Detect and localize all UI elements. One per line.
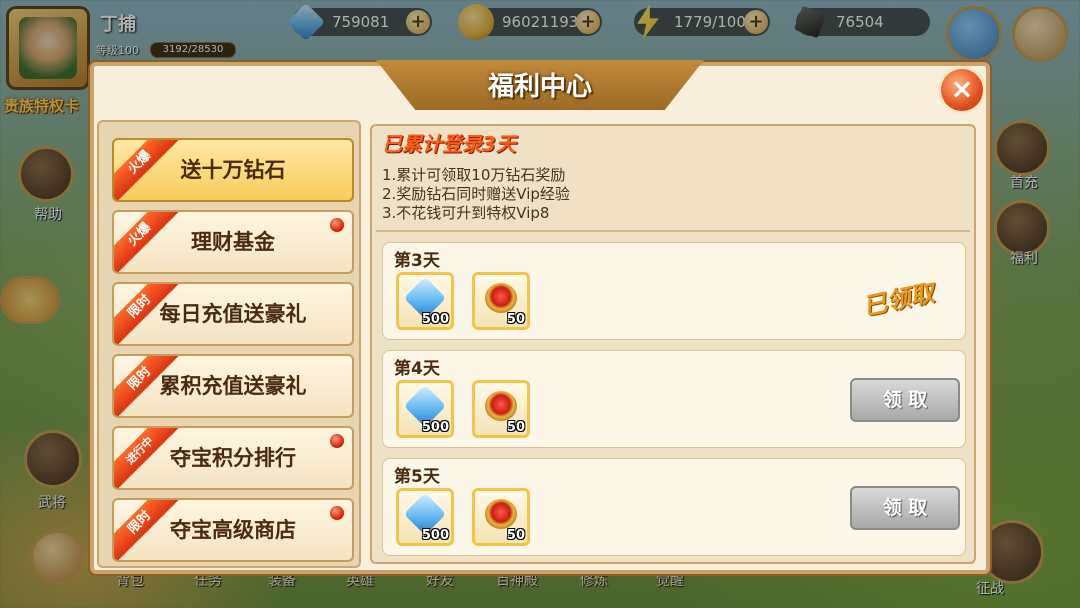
rule-line: 3.不花钱可升到特权Vip8 (382, 204, 550, 222)
notification-dot (328, 504, 346, 522)
dialog-title: 福利中心 (487, 72, 592, 102)
ring-icon (485, 499, 517, 529)
reward-qty: 500 (421, 312, 449, 327)
reward-ring[interactable]: 50 (472, 380, 530, 438)
ring-icon (485, 283, 517, 313)
close-button[interactable]: × (938, 66, 986, 114)
menu-item-diamonds[interactable]: 火爆 送十万钻石 (112, 138, 354, 202)
reward-diamond[interactable]: 500 (396, 488, 454, 546)
divider (376, 230, 970, 232)
menu-item-label: 累积充值送豪礼 (159, 374, 307, 398)
reward-qty: 50 (506, 420, 525, 435)
menu-item-label: 理财基金 (191, 230, 275, 254)
menu-item-label: 夺宝积分排行 (170, 446, 296, 470)
reward-qty: 50 (506, 528, 525, 543)
reward-qty: 500 (421, 420, 449, 435)
day-label: 第3天 (394, 251, 440, 271)
claim-button[interactable]: 领 取 (850, 378, 960, 422)
menu-item-treasure-shop[interactable]: 限时 夺宝高级商店 (112, 498, 354, 562)
notification-dot (328, 432, 346, 450)
reward-diamond[interactable]: 500 (396, 272, 454, 330)
reward-ring[interactable]: 50 (472, 488, 530, 546)
notification-dot (328, 216, 346, 234)
day-label: 第4天 (394, 359, 440, 379)
reward-ring[interactable]: 50 (472, 272, 530, 330)
menu-item-daily-recharge[interactable]: 限时 每日充值送豪礼 (112, 282, 354, 346)
menu-item-label: 夺宝高级商店 (170, 518, 296, 542)
rule-line: 2.奖励钻石同时赠送Vip经验 (382, 185, 570, 203)
menu-item-treasure-ranking[interactable]: 进行中 夺宝积分排行 (112, 426, 354, 490)
menu-item-label: 每日充值送豪礼 (159, 302, 307, 326)
reward-qty: 50 (506, 312, 525, 327)
ring-icon (485, 391, 517, 421)
reward-qty: 500 (421, 528, 449, 543)
claim-button[interactable]: 领 取 (850, 486, 960, 530)
rule-line: 1.累计可领取10万钻石奖励 (382, 166, 566, 184)
reward-diamond[interactable]: 500 (396, 380, 454, 438)
menu-item-cumulative-recharge[interactable]: 限时 累积充值送豪礼 (112, 354, 354, 418)
day-label: 第5天 (394, 467, 440, 487)
login-days-title: 已累计登录3天 (382, 132, 516, 156)
menu-item-label: 送十万钻石 (180, 158, 286, 182)
menu-item-fund[interactable]: 火爆 理财基金 (112, 210, 354, 274)
